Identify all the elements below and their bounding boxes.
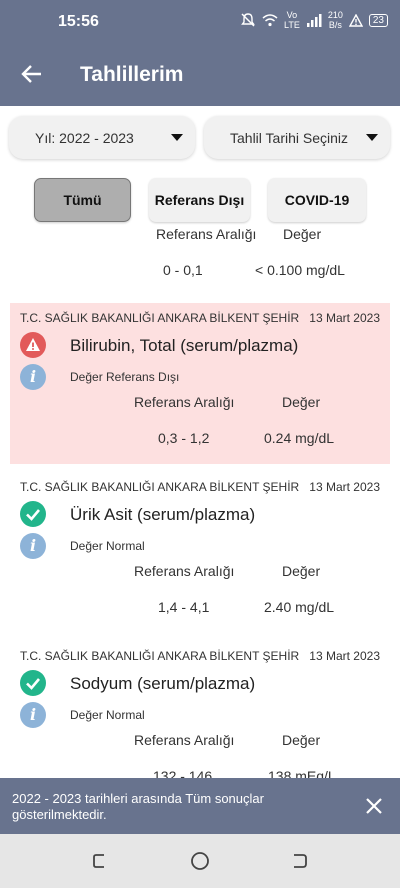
- hospital-name: T.C. SAĞLIK BAKANLIĞI ANKARA BİLKENT ŞEH…: [20, 311, 300, 325]
- tab-all[interactable]: Tümü: [34, 178, 131, 222]
- ref-range-header: Referans Aralığı: [134, 732, 235, 748]
- caret-down-icon: [171, 134, 183, 141]
- result-value: < 0.100 mg/dL: [255, 262, 345, 278]
- ref-range-value: 0,3 - 1,2: [158, 430, 210, 446]
- tab-out-of-reference[interactable]: Referans Dışı: [149, 178, 250, 222]
- check-icon: [20, 670, 46, 696]
- results-list[interactable]: Referans Aralığı Değer 0 - 0,1 < 0.100 m…: [0, 226, 400, 778]
- signal-icon: [306, 14, 322, 27]
- app-bar: Tahlillerim: [0, 44, 400, 106]
- volte-indicator: Vo LTE: [284, 10, 300, 30]
- caret-down-icon: [366, 134, 378, 141]
- value-header: Değer: [283, 226, 322, 242]
- hospital-name: T.C. SAĞLIK BAKANLIĞI ANKARA BİLKENT ŞEH…: [20, 649, 300, 663]
- alert-icon: [348, 13, 363, 27]
- ref-range-value: 132 - 146: [153, 768, 213, 778]
- result-card-partial[interactable]: Referans Aralığı Değer 0 - 0,1 < 0.100 m…: [10, 226, 390, 296]
- result-value: 138 mEq/L: [268, 768, 336, 778]
- ref-range-header: Referans Aralığı: [134, 563, 235, 579]
- battery-icon: 23: [368, 13, 388, 27]
- year-dropdown-label: Yıl: 2022 - 2023: [35, 130, 134, 146]
- result-status: Değer Normal: [70, 539, 145, 553]
- home-icon[interactable]: [190, 851, 210, 871]
- ref-range-header: Referans Aralığı: [156, 226, 257, 242]
- status-bar: 15:56 Vo LTE 210 B/s 23: [0, 0, 400, 44]
- system-nav-bar: [0, 834, 400, 888]
- year-dropdown[interactable]: Yıl: 2022 - 2023: [9, 116, 195, 159]
- close-icon[interactable]: [364, 796, 384, 816]
- warning-icon: [20, 332, 46, 358]
- wifi-icon: [262, 14, 278, 27]
- ref-range-header: Referans Aralığı: [134, 394, 235, 410]
- test-name: Bilirubin, Total (serum/plazma): [70, 336, 299, 355]
- result-status: Değer Referans Dışı: [70, 370, 180, 384]
- result-value: 0.24 mg/dL: [264, 430, 335, 446]
- test-name: Ürik Asit (serum/plazma): [70, 505, 256, 524]
- snackbar: 2022 - 2023 tarihleri arasında Tüm sonuç…: [0, 778, 400, 834]
- result-value: 2.40 mg/dL: [264, 599, 335, 615]
- date-dropdown[interactable]: Tahlil Tarihi Seçiniz: [204, 116, 390, 159]
- back-nav-icon[interactable]: [290, 851, 310, 871]
- test-name: Sodyum (serum/plazma): [70, 674, 256, 693]
- value-header: Değer: [282, 563, 321, 579]
- info-icon[interactable]: i: [20, 533, 46, 559]
- clock: 15:56: [58, 13, 99, 30]
- recent-apps-icon[interactable]: [90, 851, 110, 871]
- check-icon: [20, 501, 46, 527]
- value-header: Değer: [282, 394, 321, 410]
- date-dropdown-label: Tahlil Tarihi Seçiniz: [230, 130, 349, 146]
- snackbar-message: 2022 - 2023 tarihleri arasında Tüm sonuç…: [12, 791, 264, 822]
- result-date: 13 Mart 2023: [309, 649, 380, 663]
- tab-covid[interactable]: COVID-19: [268, 178, 366, 222]
- network-speed: 210 B/s: [327, 10, 343, 30]
- ref-range-value: 0 - 0,1: [163, 262, 203, 278]
- result-date: 13 Mart 2023: [309, 311, 380, 325]
- info-icon[interactable]: i: [20, 702, 46, 728]
- hospital-name: T.C. SAĞLIK BAKANLIĞI ANKARA BİLKENT ŞEH…: [20, 480, 300, 494]
- value-header: Değer: [282, 732, 321, 748]
- page-title: Tahlillerim: [80, 63, 184, 86]
- ref-range-value: 1,4 - 4,1: [158, 599, 210, 615]
- result-card[interactable]: T.C. SAĞLIK BAKANLIĞI ANKARA BİLKENT ŞEH…: [10, 472, 390, 633]
- mute-icon: [241, 13, 255, 27]
- result-card[interactable]: T.C. SAĞLIK BAKANLIĞI ANKARA BİLKENT ŞEH…: [10, 303, 390, 464]
- status-icons: Vo LTE 210 B/s 23: [240, 10, 388, 30]
- result-status: Değer Normal: [70, 708, 145, 722]
- result-card[interactable]: T.C. SAĞLIK BAKANLIĞI ANKARA BİLKENT ŞEH…: [10, 641, 390, 778]
- info-icon[interactable]: i: [20, 364, 46, 390]
- arrow-left-icon[interactable]: [20, 62, 44, 86]
- result-date: 13 Mart 2023: [309, 480, 380, 494]
